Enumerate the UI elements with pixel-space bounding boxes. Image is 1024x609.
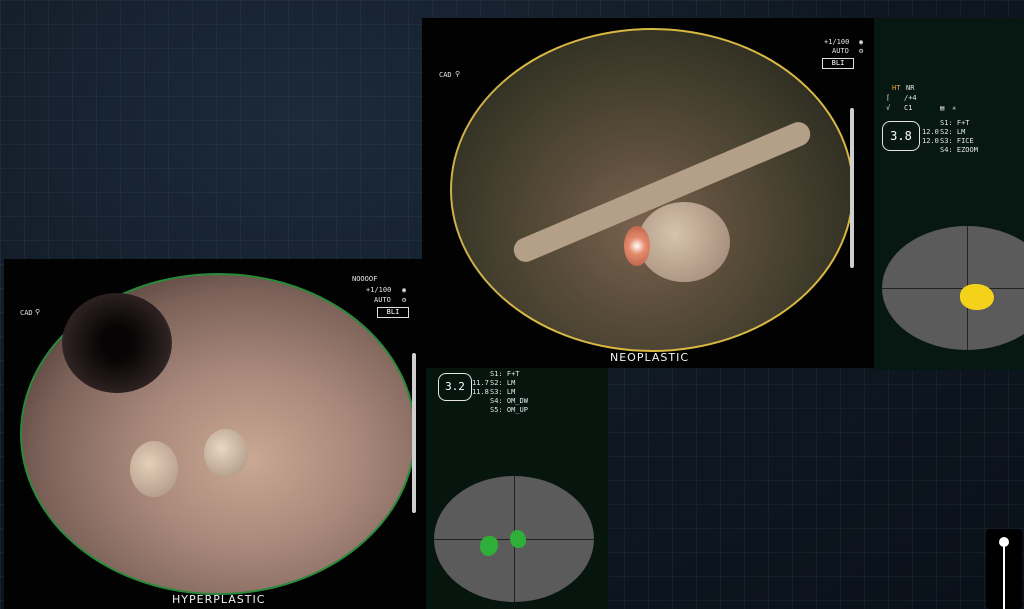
preset-s1: S1: F+T [940,119,970,127]
bottom-endoscope-image [20,273,416,595]
bottom-detection-radar [434,476,594,602]
scroll-slider[interactable] [986,529,1022,609]
detection-blob-right [510,530,526,548]
nr-label: NR [906,84,915,92]
top-endoscope-panel: CAD ⚲ +1/100 AUTO ◉ ⚙ BLI NEOPLASTIC [422,18,874,368]
gear-icon: ⚙ [859,47,864,55]
zoom-value: 3.2 [445,380,465,393]
scope-depth-bar [412,353,416,513]
detection-blob-left [480,536,498,556]
level-label: /+4 [904,94,917,102]
cad-label: CAD [20,309,33,317]
zoom-indicator: 3.2 [438,373,472,401]
light-mode-badge: BLI [377,307,409,318]
bottom-endoscope-panel: CAD ⚲ NOOOOF +1/100 AUTO ◉ ⚙ BLI HYPERPL… [4,259,426,609]
magnifier-icon: ⚲ [455,70,461,78]
mode-readout: AUTO [374,296,391,304]
preset-s2: S2: LM [940,128,966,136]
gear-icon: ⚙ [402,296,407,304]
c1-label: C1 [904,104,913,112]
highlight-spot [624,226,650,266]
record-icon: ◉ [402,286,407,294]
preset-s3: S3: FICE [940,137,974,145]
zoom-indicator: 3.8 [882,121,920,151]
star-icon: ✳ [952,104,957,112]
slider-handle[interactable] [999,537,1009,547]
preset-s4: S4: EZOOM [940,146,978,154]
light-mode-badge: BLI [822,58,854,69]
monitor-icon: ▤ [940,104,945,112]
preset-s2: S2: LM [490,379,516,387]
classification-label: NEOPLASTIC [610,351,690,364]
color-icon: √ [886,104,891,112]
ht-label: HT [892,84,901,92]
value-b: 12.0 [922,137,939,145]
magnification-readout: +1/100 [824,38,850,46]
enhance-icon: ⌈ [886,94,891,102]
status-readout: NOOOOF [352,275,378,283]
value-a: 12.0 [922,128,939,136]
preset-s3: S3: LM [490,388,516,396]
detection-blob [960,284,994,310]
polyp-shape [638,202,730,282]
mode-readout: AUTO [832,47,849,55]
slider-track [1003,543,1005,609]
magnification-readout: +1/100 [366,286,392,294]
magnifier-icon: ⚲ [35,308,41,316]
preset-s1: S1: F+T [490,370,520,378]
scope-depth-bar [850,108,854,268]
top-hud-panel: HT NR ⌈ /+4 √ C1 ▤ ✳ 3.8 12.0 12.0 S1: F… [874,18,1024,370]
cad-label: CAD [439,71,452,79]
value-a: 11.7 [472,379,489,387]
value-b: 11.8 [472,388,489,396]
zoom-value: 3.8 [890,129,912,143]
lumen-shadow [62,293,172,393]
bottom-hud-panel: 3.2 11.7 11.8 S1: F+T S2: LM S3: LM S4: … [426,368,608,609]
polyp-shape-left [130,441,178,497]
polyp-shape-right [204,429,248,477]
preset-s4: S4: OM_DW [490,397,528,405]
record-icon: ◉ [859,38,864,46]
classification-label: HYPERPLASTIC [172,593,266,606]
preset-s5: S5: OM_UP [490,406,528,414]
top-endoscope-image [450,28,854,352]
top-detection-radar [882,226,1024,350]
